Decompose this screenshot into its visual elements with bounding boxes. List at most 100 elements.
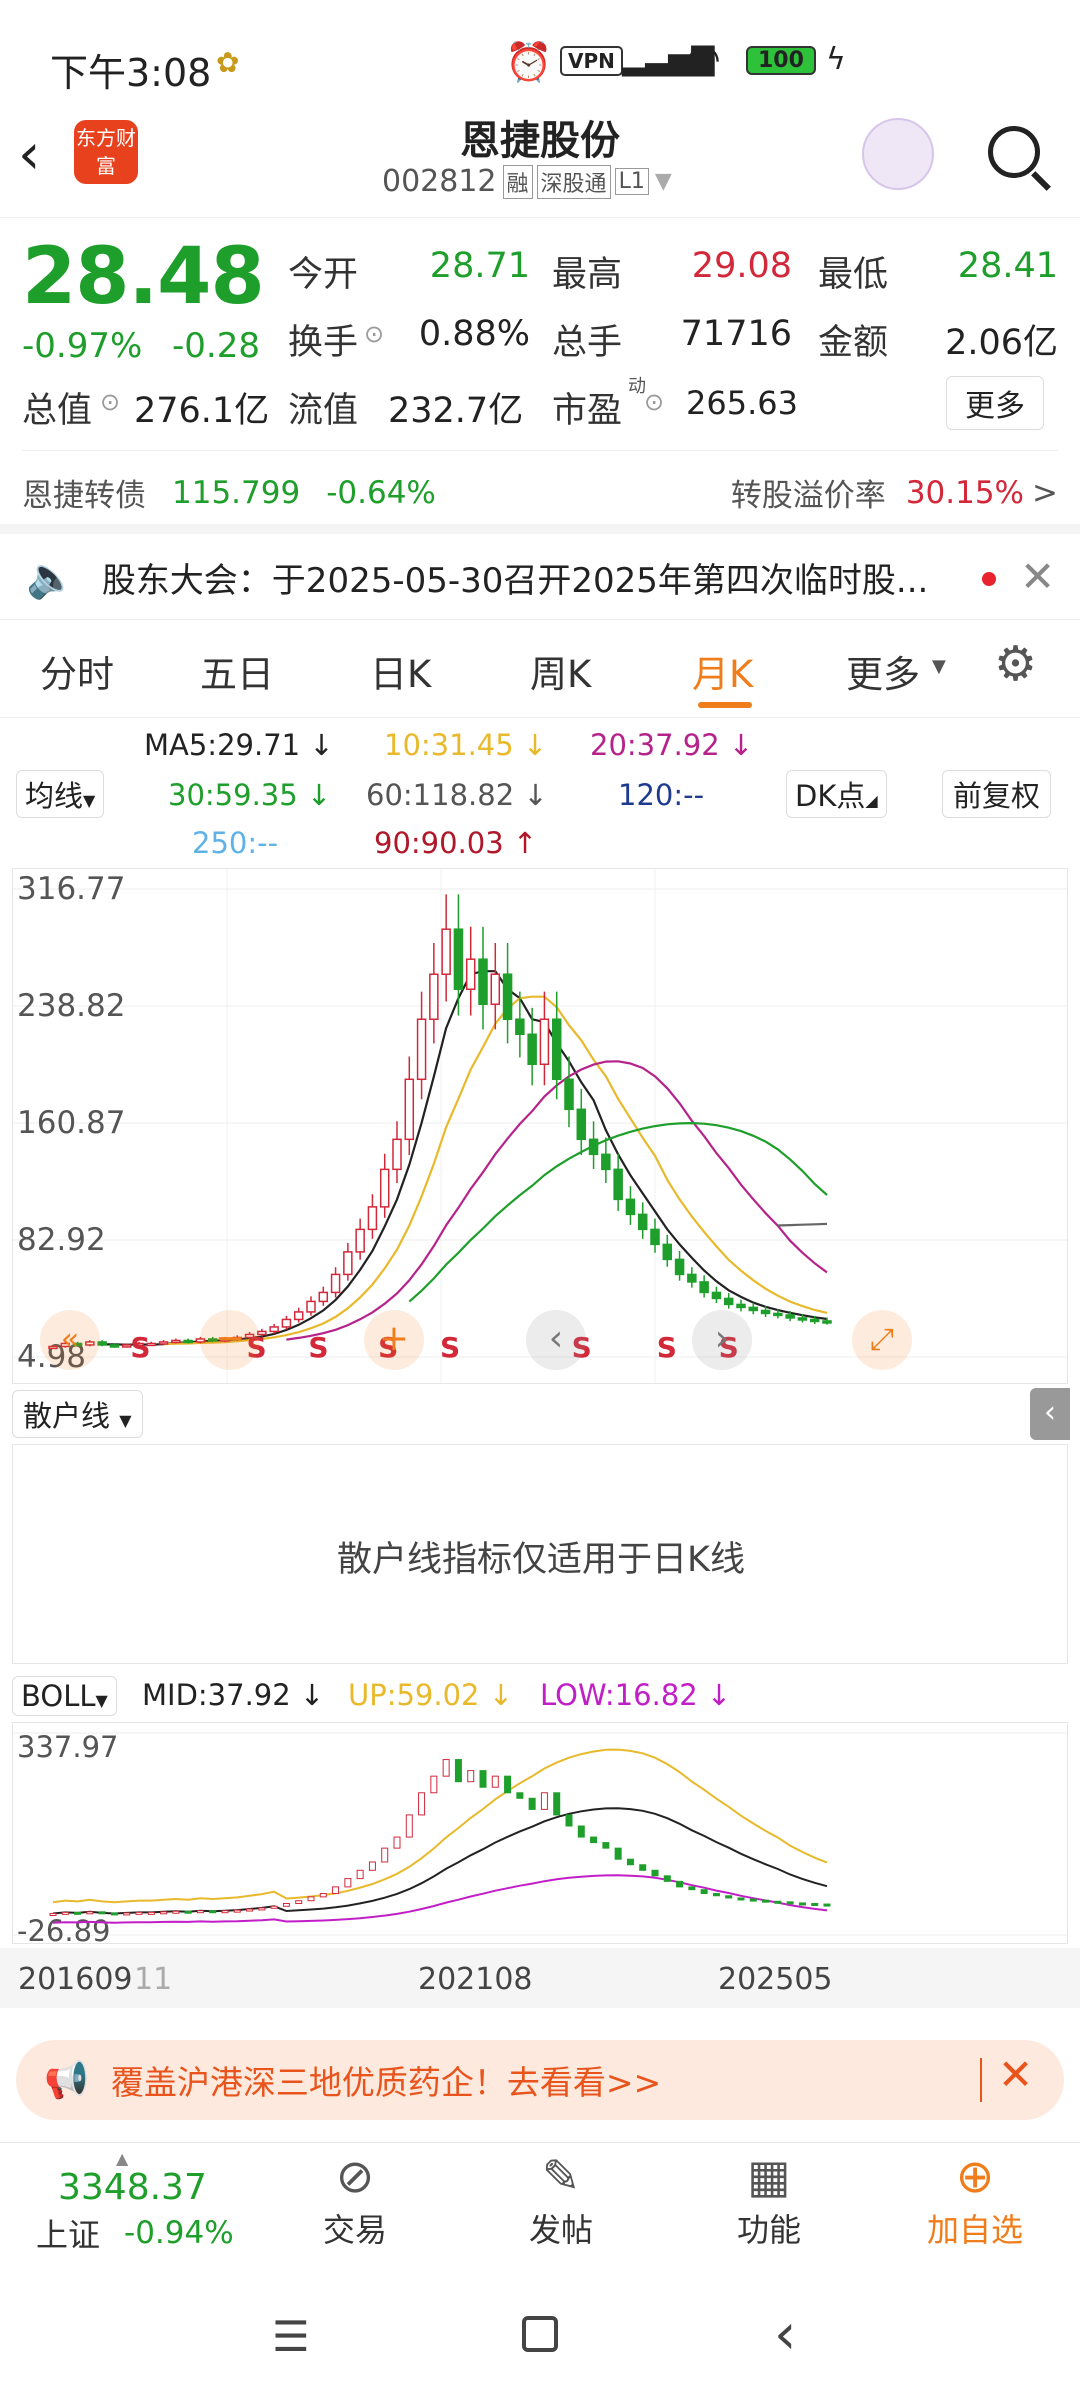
search-icon[interactable]: [988, 126, 1040, 178]
zoom-in-icon[interactable]: +: [364, 1310, 424, 1370]
boll-chart[interactable]: 337.97 -26.89: [13, 1723, 1068, 1944]
alarm-icon: ⏰: [505, 40, 553, 84]
search-icon-handle: [1031, 171, 1051, 191]
chevron-left-icon[interactable]: ‹: [526, 1310, 586, 1370]
ma10-label: 10:31.45 ↓: [384, 728, 548, 762]
nav-function[interactable]: ▦ 功能: [694, 2143, 844, 2251]
boll-candle: [147, 1911, 155, 1915]
info-icon[interactable]: ⊙: [364, 320, 384, 348]
close-icon[interactable]: ✕: [1020, 552, 1055, 601]
turnover-label: 换手: [288, 323, 359, 363]
ad-text: 覆盖沪港深三地优质药企！去看看>>: [110, 2063, 662, 2102]
collapse-tab-icon[interactable]: ‹: [1030, 1388, 1070, 1440]
nav-add-watch[interactable]: ⊕ 加自选: [900, 2143, 1050, 2251]
signal-marker: S: [440, 1331, 460, 1364]
candle: [625, 1198, 636, 1216]
candle: [490, 973, 501, 1005]
caret-down-icon: ▼: [83, 791, 96, 810]
home-icon[interactable]: [522, 2316, 558, 2352]
notice-text: 股东大会：于2025-05-30召开2025年第四次临时股...: [101, 561, 929, 601]
boll-up-line: [52, 1748, 828, 1904]
ma10-line: [163, 995, 828, 1346]
open-label: 今开: [288, 255, 359, 295]
tab-daily-k[interactable]: 日K: [370, 644, 431, 698]
indicator-selector-label: 散户线: [23, 1399, 111, 1433]
grid-icon: ▦: [747, 2149, 791, 2203]
adjust-button[interactable]: 前复权: [942, 770, 1052, 818]
boll-selector[interactable]: BOLL▼: [12, 1676, 117, 1716]
tab-monthly-k[interactable]: 月K: [692, 644, 753, 698]
boll-candle: [344, 1878, 352, 1888]
kline-chart[interactable]: 316.77238.82160.8782.924.98 SSSSSSSS: [13, 869, 1068, 1384]
nav-trade[interactable]: ⊘ 交易: [280, 2143, 430, 2251]
bond-row[interactable]: 恩捷转债 115.799 -0.64% 转股溢价率 30.15% >: [22, 470, 1058, 515]
stock-code-row[interactable]: 002812 融 深股通 L1 ▼: [382, 164, 672, 199]
candle: [650, 1228, 660, 1246]
notice-bar[interactable]: 🔈 股东大会：于2025-05-30召开2025年第四次临时股... ✕: [0, 536, 1080, 620]
boll-candle: [540, 1792, 548, 1810]
dk-point-button[interactable]: DK点◢: [786, 770, 887, 818]
candle: [785, 1314, 795, 1319]
yen-icon: ⊘: [335, 2149, 375, 2203]
chevron-right-icon[interactable]: ›: [692, 1310, 752, 1370]
premium-label: 转股溢价率: [730, 478, 886, 514]
vpn-badge: VPN: [560, 46, 623, 76]
low-label: 最低: [818, 255, 889, 295]
candle: [158, 1341, 169, 1345]
boll-candle: [356, 1869, 364, 1880]
boll-candle: [282, 1903, 290, 1907]
candle: [760, 1309, 771, 1315]
tab-more[interactable]: 更多: [846, 644, 920, 698]
candle: [306, 1300, 316, 1313]
ma120-label: 120:--: [618, 778, 705, 812]
kline-chart-panel[interactable]: 316.77 238.82 160.87 82.92 4.98 SSSSSSSS: [12, 868, 1068, 1384]
rewind-icon[interactable]: «: [40, 1310, 100, 1370]
fullscreen-icon[interactable]: ⤢: [852, 1310, 912, 1370]
boll-candle: [565, 1814, 573, 1827]
dk-label: DK点: [795, 779, 866, 813]
index-quote[interactable]: ▲ 3348.37 上证 -0.94%: [30, 2149, 270, 2256]
nav-post[interactable]: ✎ 发帖: [486, 2143, 636, 2251]
boll-candle: [332, 1886, 340, 1895]
system-nav-bar: ☰ ‹: [0, 2272, 1080, 2400]
high-label: 最高: [552, 255, 623, 295]
bond-price: 115.799: [172, 474, 301, 511]
menu-icon[interactable]: ☰: [272, 2312, 310, 2361]
boll-candle: [209, 1910, 217, 1914]
candle: [637, 1213, 648, 1231]
ad-banner[interactable]: 📢 覆盖沪港深三地优质药企！去看看>> ✕: [16, 2040, 1064, 2120]
more-button[interactable]: 更多: [946, 376, 1044, 430]
divider: [22, 450, 1058, 451]
float-value: 232.7亿: [388, 391, 524, 431]
boll-candle: [823, 1903, 831, 1907]
close-icon[interactable]: ✕: [998, 2050, 1033, 2099]
amount-value: 2.06亿: [945, 323, 1058, 363]
boll-candle: [676, 1880, 684, 1888]
indicator-selector[interactable]: 散户线 ▼: [12, 1390, 143, 1438]
boll-candle: [467, 1770, 475, 1783]
boll-candle: [49, 1912, 57, 1916]
boll-candle: [123, 1912, 131, 1916]
gear-icon: ✿: [216, 46, 240, 79]
info-icon[interactable]: ⊙: [644, 388, 664, 416]
ma5-label: MA5:29.71 ↓: [144, 728, 334, 762]
x-axis-row: 201609 11 202108 202505: [0, 1948, 1080, 2008]
candle: [564, 1078, 574, 1111]
ma-selector[interactable]: 均线▼: [16, 770, 105, 818]
mktcap-label: 总值: [22, 391, 93, 431]
boll-chart-panel[interactable]: 337.97 -26.89: [12, 1722, 1068, 1944]
info-icon[interactable]: ⊙: [100, 388, 120, 416]
section-gap: [0, 524, 1080, 534]
candle: [736, 1303, 746, 1309]
tab-weekly-k[interactable]: 周K: [530, 644, 591, 698]
robot-avatar[interactable]: [862, 118, 934, 190]
candle: [551, 1018, 562, 1081]
ma250-label: 250:--: [192, 826, 279, 860]
badge-level: L1: [614, 168, 649, 195]
zoom-out-icon[interactable]: −: [200, 1310, 260, 1370]
x-label-end: 202505: [718, 1962, 833, 1997]
tab-five-day[interactable]: 五日: [200, 644, 274, 698]
settings-icon[interactable]: ⚙: [994, 636, 1037, 692]
tab-intraday[interactable]: 分时: [40, 644, 114, 698]
back-icon[interactable]: ‹: [774, 2302, 796, 2367]
